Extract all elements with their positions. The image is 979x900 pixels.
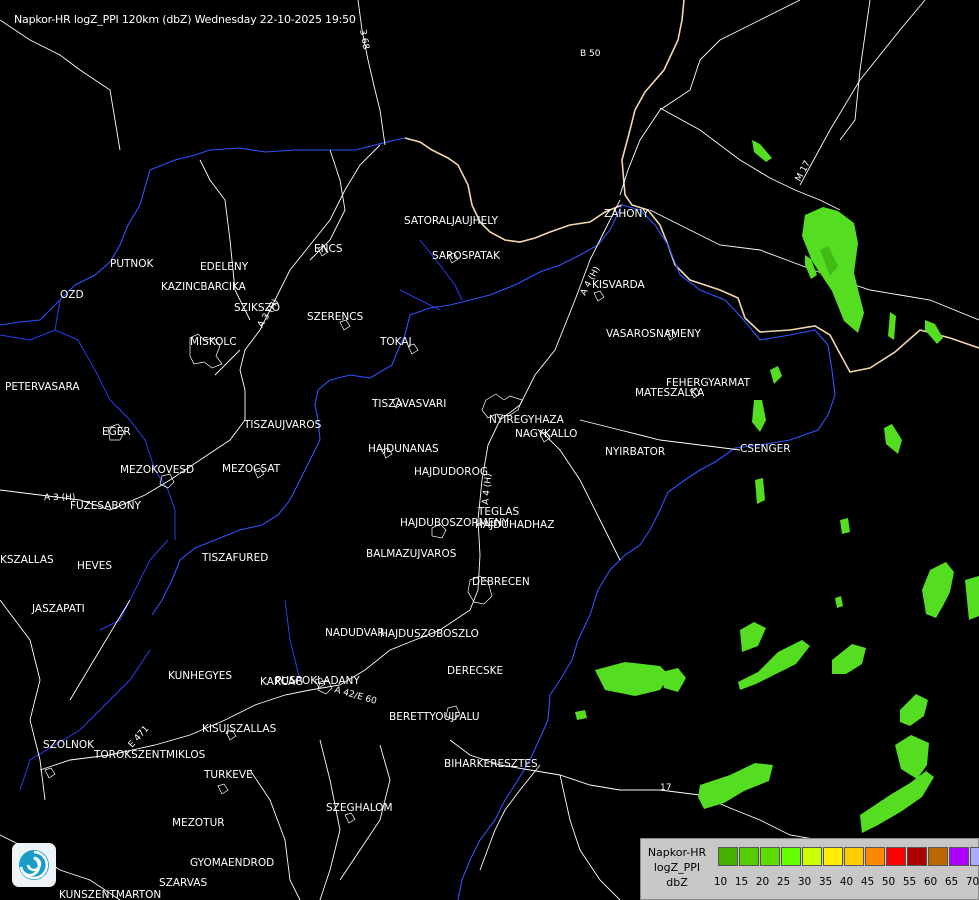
national-border [621,0,979,373]
town-label: SZOLNOK [43,739,95,751]
road-label: A 3 (H) [44,493,75,503]
town-label: ENCS [314,243,343,255]
town-label: SZEGHALOM [326,802,393,814]
town-label: MEZOKOVESD [120,464,194,476]
town-label: BERETTYOUJFALU [389,711,480,723]
town-label: HAJDUSZOBOSZLO [380,628,479,640]
road-label: A 4 (H) [481,473,494,505]
town-label: TISZAUJVAROS [243,419,322,431]
town-label: SATORALJAUJHELY [404,215,499,227]
legend-swatch [949,847,969,866]
town-label: HAJDUNANAS [368,443,439,455]
town-label: MATESZALKA [635,387,705,399]
town-label: KSZALLAS [0,554,54,566]
town-label: KISUJSZALLAS [202,723,277,735]
road-network [357,0,386,146]
legend-swatch [865,847,885,866]
town-label: TISZAVASVARI [371,398,446,410]
legend-tick: 35 [818,876,833,888]
legend-swatches [718,847,979,866]
town-label: HAJDUHADHAZ [475,519,554,531]
town-label: DEBRECEN [472,576,530,588]
legend-tick: 55 [902,876,917,888]
legend-swatch [718,847,738,866]
town-label: EDELENY [200,261,249,273]
legend-tick: 15 [734,876,749,888]
town-label: JASZAPATI [31,603,85,615]
town-label: GYOMAENDROD [190,857,274,869]
legend-tick: 65 [944,876,959,888]
legend-title-line: Napkor-HR [647,846,707,859]
legend-swatch [823,847,843,866]
town-label: MEZOTUR [172,817,225,829]
town-label: NYIREGYHAZA [489,414,565,426]
town-label: TOKAJ [379,336,412,348]
map-title: Napkor-HR logZ_PPI 120km (dbZ) Wednesday… [14,13,356,26]
legend-swatch [760,847,780,866]
town-label: NADUDVAR [325,627,385,639]
swirl-logo-icon [12,843,56,887]
legend-swatch [802,847,822,866]
town-label: NYIRBATOR [605,446,665,458]
road-label: A 42/E 60 [333,685,378,707]
town-label: KISVARDA [592,279,646,291]
town-label: EGER [102,426,131,438]
town-label: TOROKSZENTMIKLOS [93,749,206,761]
town-label: NAGYKALLO [515,428,577,440]
town-label: PETERVASARA [5,381,80,393]
town-label: ZAHONY [604,208,649,220]
road-labels: B 50 3 68 M 17 A 4 (H) A 3 (H) A 3 (H) A… [44,29,813,793]
legend-tick: 45 [860,876,875,888]
town-label: DERECSKE [447,665,503,677]
town-label: KUNHEGYES [168,670,232,682]
town-label: VASAROSNAMENY [606,328,702,340]
town-label: BALMAZUJVAROS [366,548,457,560]
dbz-legend: Napkor-HR logZ_PPI dbZ 10 15 20 25 30 35 40 45 5… [640,838,979,900]
road-label: E 471 [127,724,152,750]
legend-swatch [844,847,864,866]
legend-swatch [739,847,759,866]
legend-tick: 70 [965,876,979,888]
radar-map: SATORALJAUJHELY ZAHONY SAROSPATAK PUTNOK… [0,0,979,900]
legend-swatch [886,847,906,866]
legend-tick: 20 [755,876,770,888]
town-label: TURKEVE [203,769,253,781]
town-label: MISKOLC [190,336,237,348]
legend-swatch [907,847,927,866]
legend-title-line: dbZ [666,876,688,889]
legend-title: Napkor-HR logZ_PPI dbZ [645,845,709,890]
legend-swatch [928,847,948,866]
town-label: SAROSPATAK [432,250,501,262]
town-label: SZERENCS [307,311,364,323]
town-label: MEZOCSAT [222,463,281,475]
legend-ticks: 10 15 20 25 30 35 40 45 50 55 60 65 70 [710,876,979,888]
town-label: HAJDUDOROG [414,466,488,478]
legend-tick: 10 [713,876,728,888]
legend-tick: 60 [923,876,938,888]
town-label: PUSPOKLADANY [275,675,360,687]
legend-swatch [781,847,801,866]
road-label: M 17 [794,159,813,183]
town-label: CSENGER [740,443,791,455]
legend-tick: 30 [797,876,812,888]
town-label: HEVES [77,560,112,572]
road-label: B 50 [580,49,601,59]
town-label: BIHARKERESZTES [444,758,538,770]
road-label: 3 68 [357,29,370,51]
town-label: OZD [60,289,84,301]
town-label: KAZINCBARCIKA [161,281,247,293]
town-label: KUNSZENTMARTON [59,889,161,900]
radar-echoes [575,140,979,833]
legend-swatch [970,847,979,866]
legend-tick: 50 [881,876,896,888]
legend-tick: 25 [776,876,791,888]
legend-tick: 40 [839,876,854,888]
town-label: TISZAFURED [201,552,268,564]
town-labels: SATORALJAUJHELY ZAHONY SAROSPATAK PUTNOK… [0,208,791,900]
legend-title-line: logZ_PPI [653,861,701,874]
town-label: FUZESABONY [70,500,142,512]
town-label: SZARVAS [159,877,207,889]
town-label: PUTNOK [110,258,155,270]
road-label: 17 [660,783,671,793]
